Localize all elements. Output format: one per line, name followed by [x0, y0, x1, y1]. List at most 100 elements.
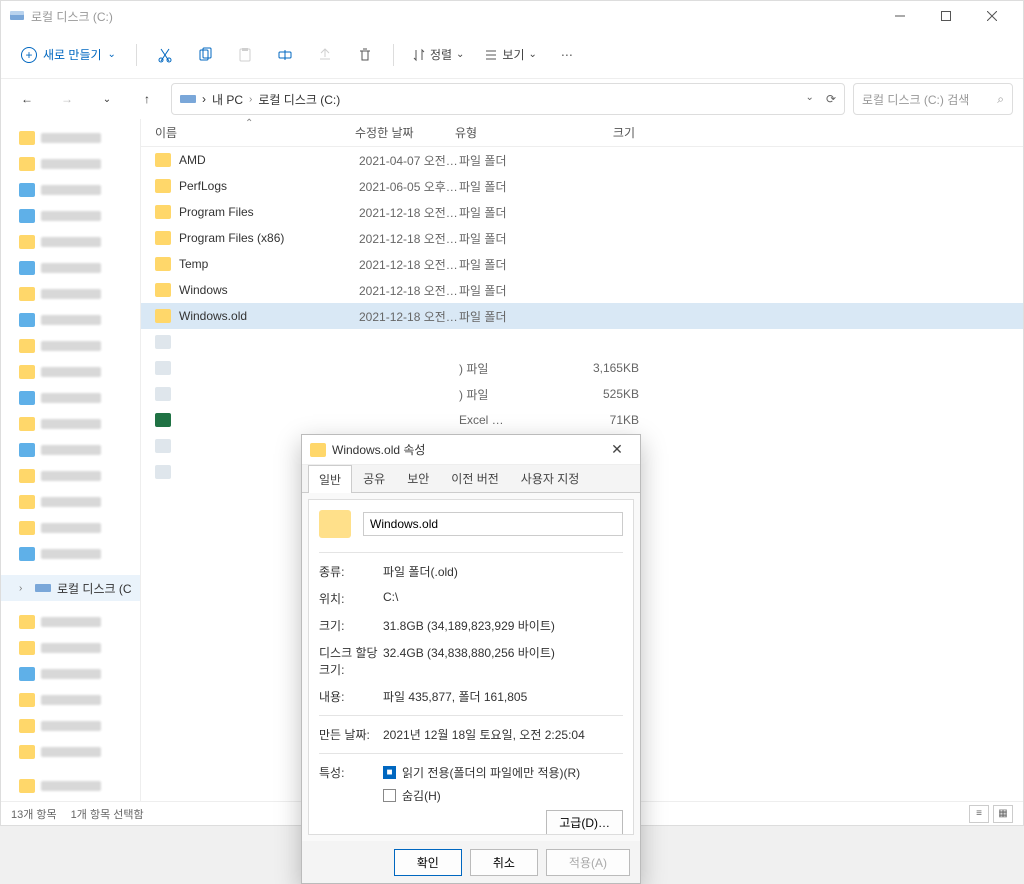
- delete-button[interactable]: [347, 37, 383, 73]
- table-row[interactable]: Program Files2021-12-18 오전…파일 폴더: [141, 199, 1023, 225]
- folder-icon: [155, 283, 171, 297]
- value-created: 2021년 12월 18일 토요일, 오전 2:25:04: [383, 726, 623, 743]
- advanced-button[interactable]: 고급(D)…: [546, 810, 623, 835]
- view-icons-button[interactable]: ▦: [993, 805, 1013, 823]
- table-row[interactable]: PerfLogs2021-06-05 오후…파일 폴더: [141, 173, 1023, 199]
- sidebar-item[interactable]: [1, 333, 140, 359]
- up-button[interactable]: ↑: [131, 83, 163, 115]
- sidebar-item[interactable]: [1, 125, 140, 151]
- sidebar-item[interactable]: [1, 255, 140, 281]
- label-disk: 디스크 할당 크기:: [319, 644, 383, 678]
- address-bar[interactable]: › 내 PC› 로컬 디스크 (C:) ⌄ ⟳: [171, 83, 845, 115]
- file-icon: [155, 439, 171, 453]
- cell-date: 2021-12-18 오전…: [359, 282, 459, 299]
- sidebar-item[interactable]: [1, 177, 140, 203]
- sidebar-item[interactable]: [1, 463, 140, 489]
- more-button[interactable]: ⋯: [549, 37, 585, 73]
- rename-button[interactable]: [267, 37, 303, 73]
- sidebar-item[interactable]: [1, 229, 140, 255]
- sidebar-item[interactable]: [1, 385, 140, 411]
- tab-security[interactable]: 보안: [396, 464, 440, 492]
- tab-previous[interactable]: 이전 버전: [440, 464, 510, 492]
- view-details-button[interactable]: ≡: [969, 805, 989, 823]
- value-disk: 32.4GB (34,838,880,256 바이트): [383, 644, 623, 661]
- sidebar-item[interactable]: [1, 151, 140, 177]
- tab-share[interactable]: 공유: [352, 464, 396, 492]
- cell-date: 2021-12-18 오전…: [359, 256, 459, 273]
- table-row[interactable]: Windows2021-12-18 오전…파일 폴더: [141, 277, 1023, 303]
- cancel-button[interactable]: 취소: [470, 849, 538, 876]
- folder-name-input[interactable]: [363, 512, 623, 536]
- refresh-button[interactable]: ⟳: [826, 92, 836, 106]
- dialog-buttons: 확인 취소 적용(A): [302, 841, 640, 883]
- sidebar-item[interactable]: [1, 411, 140, 437]
- col-modified[interactable]: 수정한 날짜: [355, 124, 455, 141]
- sidebar-item[interactable]: [1, 281, 140, 307]
- ok-button[interactable]: 확인: [394, 849, 462, 876]
- new-button[interactable]: + 새로 만들기 ⌄: [11, 40, 126, 69]
- sidebar-item[interactable]: [1, 541, 140, 567]
- table-row[interactable]: [141, 329, 1023, 355]
- table-row[interactable]: Temp2021-12-18 오전…파일 폴더: [141, 251, 1023, 277]
- sidebar-item[interactable]: [1, 307, 140, 333]
- table-row[interactable]: Excel …71KB: [141, 407, 1023, 433]
- paste-button[interactable]: [227, 37, 263, 73]
- sidebar-item[interactable]: [1, 203, 140, 229]
- sidebar-item[interactable]: [1, 687, 140, 713]
- view-menu[interactable]: 보기 ⌄: [476, 40, 544, 69]
- system-buttons: [877, 1, 1015, 31]
- col-size[interactable]: 크기: [555, 124, 635, 141]
- separator: [136, 44, 137, 66]
- table-row[interactable]: Program Files (x86)2021-12-18 오전…파일 폴더: [141, 225, 1023, 251]
- breadcrumb-drive[interactable]: 로컬 디스크 (C:): [258, 91, 340, 108]
- label-kind: 종류:: [319, 563, 383, 580]
- apply-button[interactable]: 적용(A): [546, 849, 630, 876]
- sidebar-item-local-disk[interactable]: › 로컬 디스크 (C: [1, 575, 140, 601]
- sidebar-item[interactable]: [1, 661, 140, 687]
- table-row[interactable]: AMD2021-04-07 오전…파일 폴더: [141, 147, 1023, 173]
- chevron-down-icon[interactable]: ⌄: [91, 83, 123, 115]
- search-input[interactable]: 로컬 디스크 (C:) 검색 ⌕: [853, 83, 1013, 115]
- folder-icon: [155, 205, 171, 219]
- drive-icon: [35, 582, 51, 594]
- sort-menu[interactable]: 정렬 ⌄: [404, 40, 472, 69]
- sidebar-item[interactable]: [1, 359, 140, 385]
- hidden-checkbox[interactable]: 숨김(H): [383, 787, 623, 804]
- sidebar-item[interactable]: [1, 437, 140, 463]
- sidebar-item[interactable]: [1, 609, 140, 635]
- checkbox-icon: ■: [383, 766, 396, 779]
- value-location: C:\: [383, 590, 623, 604]
- cut-button[interactable]: [147, 37, 183, 73]
- close-button[interactable]: [969, 1, 1015, 31]
- sidebar-item[interactable]: [1, 739, 140, 765]
- table-row[interactable]: ) 파일525KB: [141, 381, 1023, 407]
- forward-button[interactable]: →: [51, 83, 83, 115]
- share-button[interactable]: [307, 37, 343, 73]
- cell-name: Program Files: [179, 205, 359, 219]
- chevron-down-icon[interactable]: ⌄: [806, 92, 814, 106]
- table-row[interactable]: Windows.old2021-12-18 오전…파일 폴더: [141, 303, 1023, 329]
- col-type[interactable]: 유형: [455, 124, 555, 141]
- tab-custom[interactable]: 사용자 지정: [510, 464, 591, 492]
- sidebar-item[interactable]: [1, 773, 140, 799]
- sidebar-item[interactable]: [1, 713, 140, 739]
- sidebar-item[interactable]: [1, 635, 140, 661]
- dialog-close-button[interactable]: ✕: [602, 441, 632, 458]
- readonly-checkbox[interactable]: ■읽기 전용(폴더의 파일에만 적용)(R): [383, 764, 623, 781]
- navbar: ← → ⌄ ↑ › 내 PC› 로컬 디스크 (C:) ⌄ ⟳ 로컬 디스크 (…: [1, 79, 1023, 119]
- label-created: 만든 날짜:: [319, 726, 383, 743]
- col-name[interactable]: 이름: [155, 124, 355, 141]
- maximize-button[interactable]: [923, 1, 969, 31]
- sidebar-item[interactable]: [1, 489, 140, 515]
- toolbar: + 새로 만들기 ⌄ 정렬 ⌄ 보기 ⌄ ⋯: [1, 31, 1023, 79]
- file-list: ⌃ 이름 수정한 날짜 유형 크기 AMD2021-04-07 오전…파일 폴더…: [141, 119, 1023, 801]
- table-row[interactable]: ) 파일3,165KB: [141, 355, 1023, 381]
- cell-date: 2021-06-05 오후…: [359, 178, 459, 195]
- sidebar-item[interactable]: [1, 515, 140, 541]
- tab-general[interactable]: 일반: [308, 465, 352, 493]
- copy-button[interactable]: [187, 37, 223, 73]
- breadcrumb-pc[interactable]: 내 PC›: [212, 91, 252, 108]
- minimize-button[interactable]: [877, 1, 923, 31]
- back-button[interactable]: ←: [11, 83, 43, 115]
- separator: [393, 44, 394, 66]
